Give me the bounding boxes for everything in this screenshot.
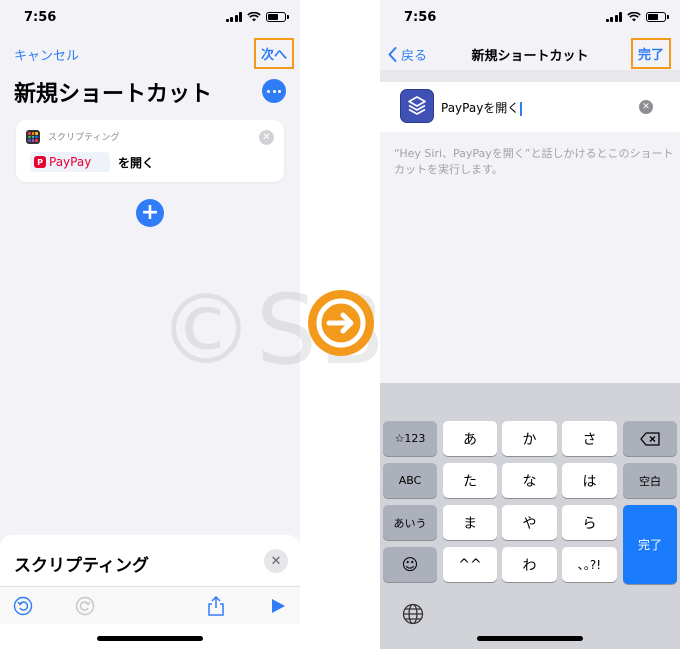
arrow-right-icon [308, 290, 374, 356]
key-ra[interactable]: ら [562, 505, 617, 540]
play-icon[interactable] [267, 595, 289, 617]
app-name: PayPay [49, 155, 92, 169]
backspace-icon [640, 431, 660, 446]
home-indicator [477, 636, 583, 641]
key-wa[interactable]: わ [502, 547, 557, 582]
shortcut-app-icon[interactable] [400, 89, 434, 123]
left-screen: 7:56 キャンセル 次へ 新規ショートカット スクリプティング ✕ P Pay… [0, 0, 300, 649]
key-symbols[interactable]: ☆123 [383, 421, 437, 456]
key-punctuation[interactable]: ､｡?! [562, 547, 617, 582]
more-options-button[interactable] [262, 79, 286, 103]
right-screen: 7:56 戻る 新規ショートカット 完了 PayPayを開く ✕ “Hey Si… [380, 0, 680, 649]
battery-icon [646, 12, 669, 22]
status-time: 7:56 [404, 10, 437, 25]
remove-action-icon[interactable]: ✕ [259, 130, 274, 145]
key-small-kana[interactable]: ^^ [443, 547, 497, 582]
scripting-icon [26, 130, 40, 144]
clear-text-icon[interactable]: ✕ [639, 100, 653, 114]
action-verb: を開く [118, 156, 155, 170]
siri-hint: “Hey Siri、PayPayを開く”と話しかけるとこのショートカットを実行し… [394, 147, 674, 176]
shortcut-name-row[interactable]: PayPayを開く ✕ [380, 82, 680, 132]
done-button[interactable]: 完了 [631, 38, 672, 69]
key-ha[interactable]: は [562, 463, 617, 498]
page-title: 新規ショートカット [14, 82, 213, 107]
divider [380, 70, 680, 82]
wifi-icon [247, 12, 261, 22]
key-ma[interactable]: ま [443, 505, 497, 540]
key-ta[interactable]: た [443, 463, 497, 498]
cancel-button[interactable]: キャンセル [14, 45, 79, 64]
battery-icon [266, 12, 289, 22]
key-ka[interactable]: か [502, 421, 557, 456]
status-icons [225, 12, 289, 22]
sheet-title: スクリプティング [14, 556, 149, 576]
home-indicator [97, 636, 203, 641]
add-action-button[interactable]: + [136, 199, 164, 227]
globe-icon[interactable] [402, 603, 424, 625]
signal-icon [225, 12, 242, 22]
undo-icon[interactable] [12, 595, 34, 617]
return-done-key[interactable]: 完了 [623, 505, 677, 584]
paypay-logo-icon: P [34, 156, 46, 168]
paypay-token[interactable]: P PayPay [34, 153, 91, 171]
status-icons [605, 12, 669, 22]
action-category: スクリプティング [48, 133, 120, 143]
status-bar: 7:56 [380, 0, 680, 36]
japanese-keyboard: ☆123 あ か さ ABC た な は 空白 あいう ま や ら 完了 ☺ ^… [380, 383, 680, 649]
shortcut-name-input[interactable]: PayPayを開く [441, 99, 523, 116]
key-sa[interactable]: さ [562, 421, 617, 456]
redo-icon [74, 595, 96, 617]
editor-toolbar [0, 586, 300, 624]
share-icon[interactable] [205, 595, 227, 617]
close-sheet-icon[interactable]: ✕ [264, 549, 288, 573]
key-na[interactable]: な [502, 463, 557, 498]
next-button[interactable]: 次へ [254, 38, 295, 69]
action-card[interactable]: スクリプティング ✕ P PayPay を開く [16, 120, 284, 182]
delete-key[interactable] [623, 421, 677, 456]
text-cursor [520, 101, 523, 116]
key-ya[interactable]: や [502, 505, 557, 540]
space-key[interactable]: 空白 [623, 463, 677, 498]
key-abc[interactable]: ABC [383, 463, 437, 498]
status-time: 7:56 [24, 10, 57, 25]
status-bar: 7:56 [0, 0, 300, 36]
signal-icon [605, 12, 622, 22]
key-kana[interactable]: あいう [383, 505, 437, 540]
wifi-icon [627, 12, 641, 22]
emoji-key[interactable]: ☺ [383, 547, 437, 582]
key-a[interactable]: あ [443, 421, 497, 456]
